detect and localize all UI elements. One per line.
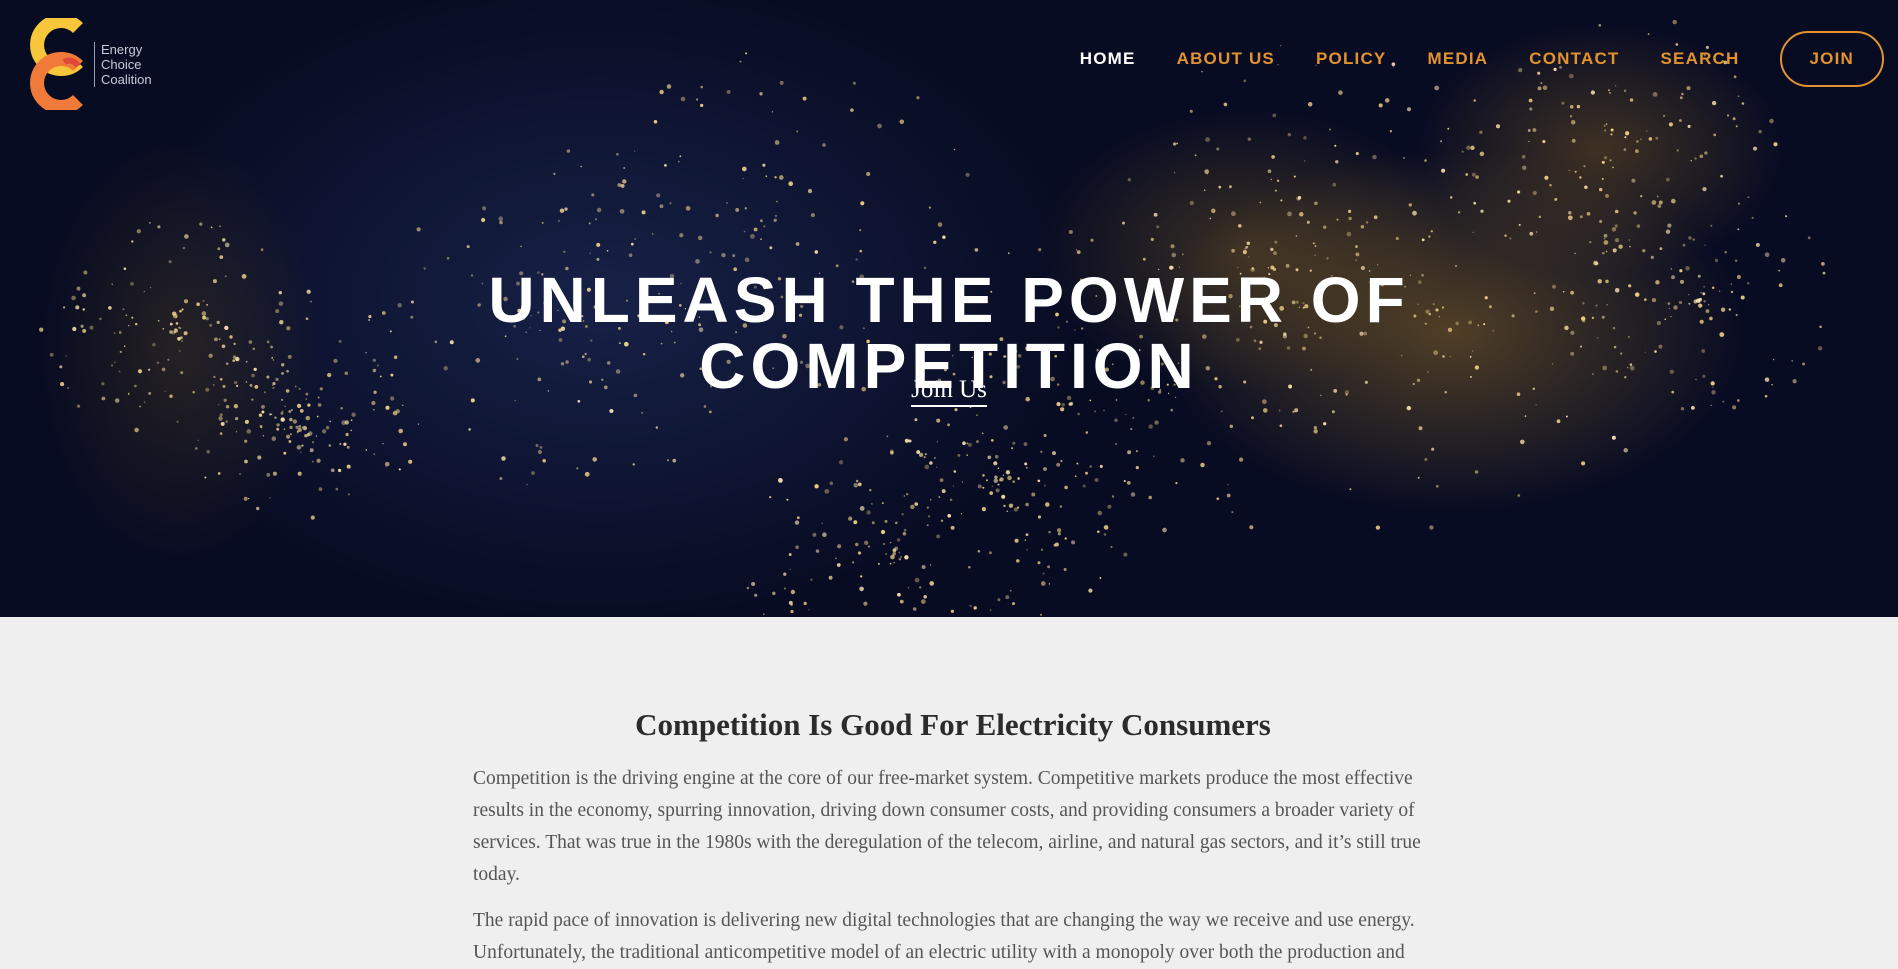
logo-mark-icon [30, 18, 83, 110]
hero-section: Energy Choice Coalition HOME ABOUT US PO… [0, 0, 1898, 617]
second-paragraph: The rapid pace of innovation is deliveri… [473, 910, 1415, 963]
section-heading: Competition Is Good For Electricity Cons… [635, 707, 1271, 742]
nav-contact[interactable]: CONTACT [1529, 49, 1619, 69]
logo-line: Choice [101, 57, 142, 72]
join-us-link[interactable]: Join Us [911, 376, 987, 407]
site-logo[interactable]: Energy Choice Coalition [28, 18, 168, 110]
logo-line: Coalition [101, 72, 152, 87]
nav-media[interactable]: MEDIA [1427, 49, 1488, 69]
logo-wordmark: Energy Choice Coalition [94, 42, 152, 87]
join-button[interactable]: JOIN [1779, 31, 1884, 87]
main-nav: HOME ABOUT US POLICY MEDIA CONTACT SEARC… [1039, 31, 1884, 87]
logo-line: Energy [101, 42, 143, 57]
nav-about-us[interactable]: ABOUT US [1177, 49, 1275, 69]
main-content: Competition Is Good For Electricity Cons… [473, 707, 1433, 969]
nav-search[interactable]: SEARCH [1661, 49, 1740, 69]
nav-home[interactable]: HOME [1080, 49, 1136, 69]
hero-cta-wrap: Join Us [0, 376, 1898, 407]
nav-policy[interactable]: POLICY [1316, 49, 1387, 69]
intro-paragraph: Competition is the driving engine at the… [473, 768, 1421, 885]
hero-title-line-1: UNLEASH THE POWER OF [488, 263, 1410, 336]
